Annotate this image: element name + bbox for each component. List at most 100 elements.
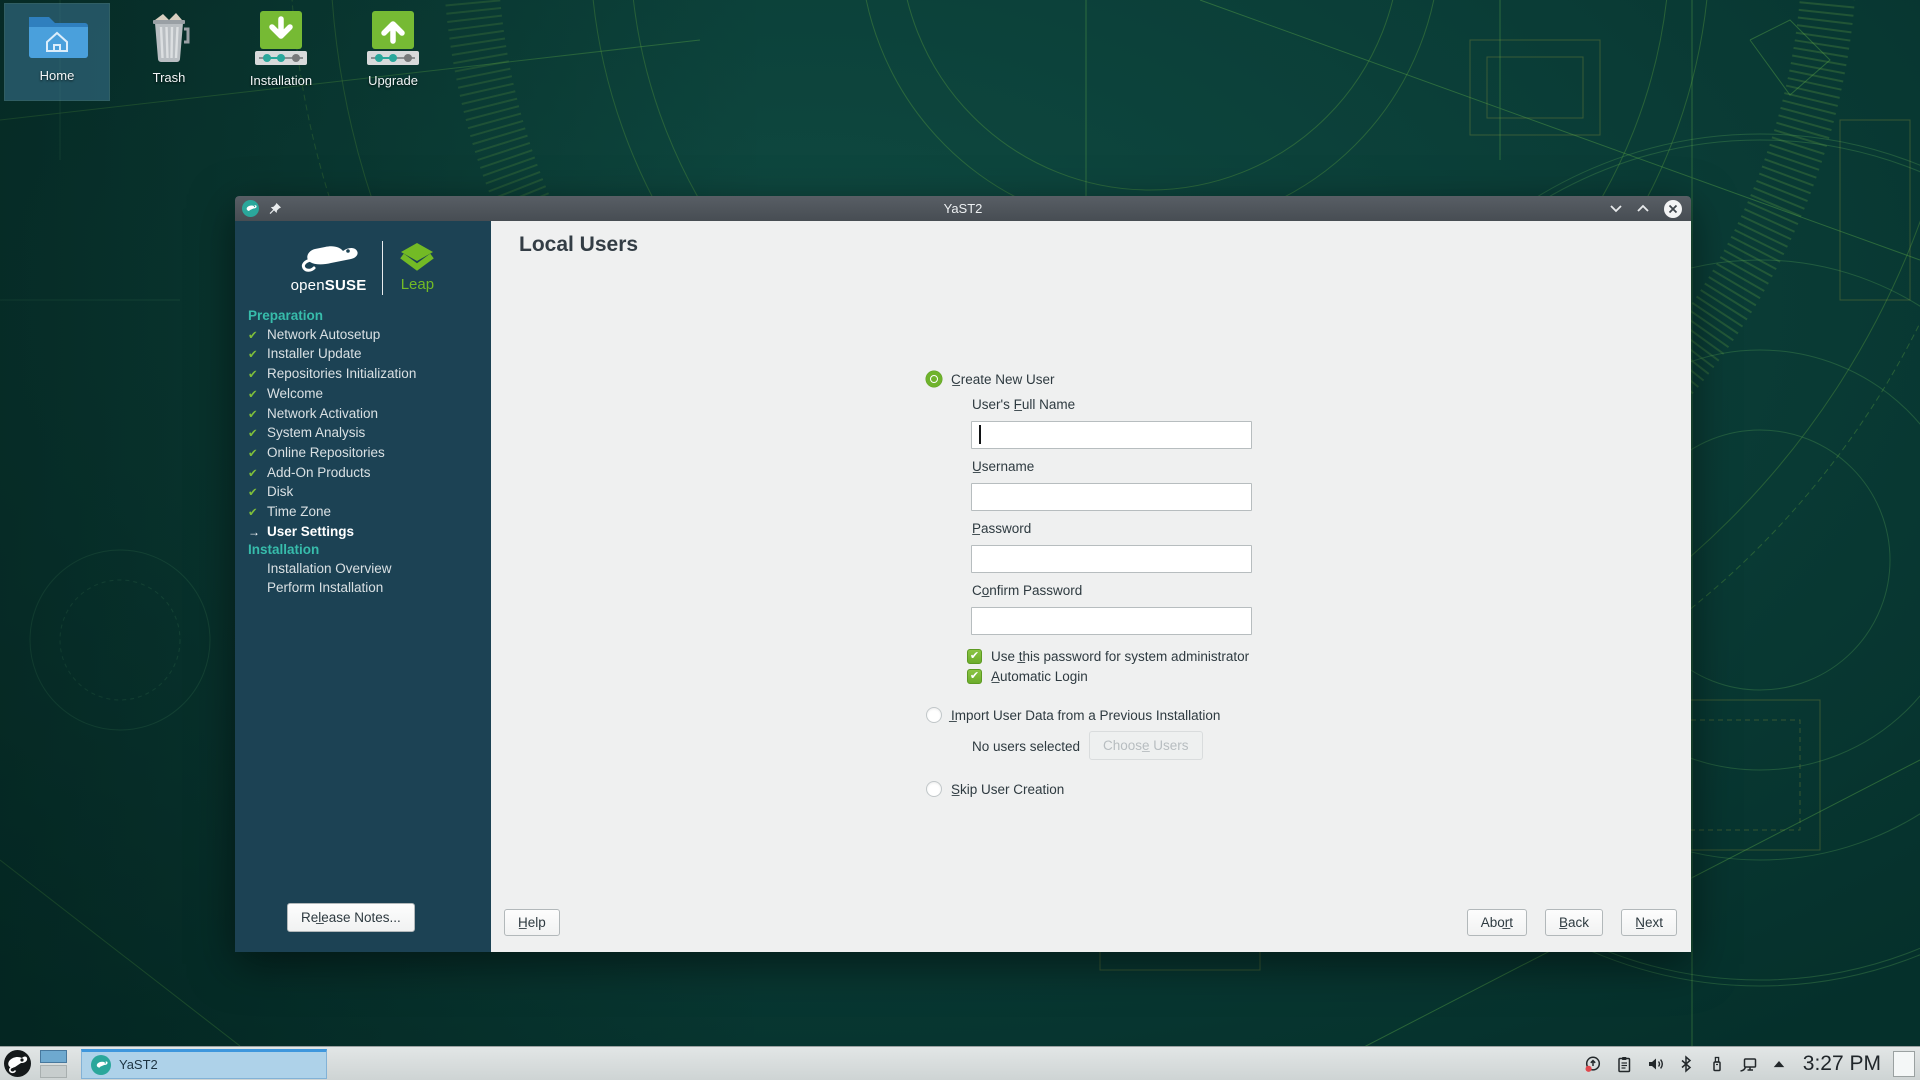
application-launcher-icon[interactable] (3, 1049, 32, 1078)
clipboard-icon[interactable] (1615, 1055, 1633, 1073)
step-network-activation: Network Activation (248, 405, 489, 425)
help-button[interactable]: H̲elp (504, 909, 560, 936)
home-folder-icon (26, 11, 88, 61)
minimize-button[interactable] (1610, 203, 1622, 214)
text-cursor (979, 425, 981, 444)
desktop-icon-installation[interactable]: Installation (229, 4, 333, 100)
taskbar-entry-yast2[interactable]: YaST2 (81, 1049, 327, 1079)
check-icon (248, 345, 263, 365)
desktop-icon-upgrade[interactable]: Upgrade (341, 4, 445, 100)
step-system-analysis: System Analysis (248, 424, 489, 444)
page-title: Local Users (519, 233, 638, 257)
desktop-icon-trash[interactable]: Trash (117, 4, 221, 100)
release-notes-button[interactable]: Rel̲ease Notes... (287, 903, 415, 932)
back-button[interactable]: B̲ack (1545, 909, 1603, 936)
username-input[interactable] (971, 483, 1252, 511)
desktop-icon-label: Upgrade (368, 73, 418, 88)
expand-tray-icon[interactable] (1771, 1057, 1787, 1071)
show-desktop-button[interactable] (1893, 1051, 1915, 1077)
step-installation-overview: Installation Overview (248, 560, 489, 579)
check-icon (248, 483, 263, 503)
step-disk: Disk (248, 483, 489, 503)
yast-app-icon (242, 200, 259, 217)
installer-sidebar: openSUSE Leap Preparation Network Autose… (235, 221, 491, 952)
current-step-arrow-icon (248, 523, 263, 542)
check-icon (248, 444, 263, 464)
yast-app-icon (91, 1055, 111, 1075)
pin-icon[interactable] (268, 202, 282, 216)
check-icon (248, 405, 263, 425)
desktop-icon-row: Home Trash (5, 4, 445, 100)
check-icon (248, 326, 263, 346)
network-icon[interactable] (1739, 1055, 1758, 1073)
abort-button[interactable]: Abor̲t (1467, 909, 1527, 936)
step-addon-products: Add-On Products (248, 464, 489, 484)
desktop-icon-label: Home (40, 68, 75, 83)
confirm-password-input[interactable] (971, 607, 1252, 635)
software-updates-icon[interactable] (1584, 1055, 1602, 1073)
leap-label: Leap (401, 276, 434, 293)
desktop: Home Trash (0, 0, 1920, 1080)
opensuse-wordmark: openSUSE (291, 277, 367, 294)
checkbox-checked-icon (967, 649, 982, 664)
upgrade-icon (365, 11, 421, 66)
step-online-repositories: Online Repositories (248, 444, 489, 464)
opensuse-chameleon-icon (295, 242, 361, 274)
clock[interactable]: 3:27 PM (1803, 1052, 1881, 1076)
check-icon (248, 503, 263, 523)
no-users-selected-text: No users selected (972, 739, 1080, 754)
check-icon (248, 464, 263, 484)
step-time-zone: Time Zone (248, 503, 489, 523)
radio-selected-icon (926, 371, 942, 387)
system-tray (1584, 1055, 1787, 1073)
maximize-button[interactable] (1637, 203, 1649, 214)
bluetooth-icon[interactable] (1677, 1055, 1695, 1073)
step-user-settings-current: User Settings (248, 523, 489, 542)
desktop-icon-label: Trash (153, 70, 186, 85)
local-users-dialog: Local Users C̲reate New User User's F̲ul… (491, 221, 1691, 952)
check-icon (248, 365, 263, 385)
checkbox-checked-icon (967, 669, 982, 684)
radio-unselected-icon (926, 707, 942, 723)
steps-section-preparation: Preparation (248, 307, 489, 326)
window-title: YaST2 (235, 196, 1691, 221)
password-input[interactable] (971, 545, 1252, 573)
desktop-2[interactable] (40, 1065, 67, 1078)
full-name-input[interactable] (971, 421, 1252, 449)
volume-icon[interactable] (1646, 1055, 1664, 1073)
titlebar[interactable]: YaST2 (235, 196, 1691, 221)
username-label: U̲sername (972, 459, 1034, 474)
step-network-autosetup: Network Autosetup (248, 326, 489, 346)
step-installer-update: Installer Update (248, 345, 489, 365)
close-button[interactable] (1664, 200, 1682, 218)
step-perform-installation: Perform Installation (248, 579, 489, 598)
desktop-icon-label: Installation (250, 73, 312, 88)
radio-unselected-icon (926, 781, 942, 797)
installation-icon (253, 11, 309, 66)
taskbar-entry-label: YaST2 (119, 1057, 158, 1072)
logo-divider (382, 241, 383, 295)
automatic-login-checkbox[interactable]: A̲utomatic Login (967, 669, 1088, 684)
installer-steps: Preparation Network Autosetup Installer … (248, 307, 489, 598)
sysadmin-password-checkbox[interactable]: Use t̲his password for system administra… (967, 649, 1249, 664)
next-button[interactable]: N̲ext (1621, 909, 1677, 936)
create-new-user-radio[interactable]: C̲reate New User (926, 371, 1055, 387)
taskbar: YaST2 (0, 1046, 1920, 1080)
trash-icon (142, 11, 196, 63)
skip-user-creation-radio[interactable]: S̲kip User Creation (926, 781, 1064, 797)
opensuse-leap-logo: openSUSE Leap (235, 233, 491, 303)
yast2-window: YaST2 (235, 196, 1691, 952)
virtual-desktop-pager[interactable] (40, 1050, 67, 1078)
confirm-password-label: Co̲nfirm Password (972, 583, 1082, 598)
import-user-data-radio[interactable]: I̲mport User Data from a Previous Instal… (926, 707, 1220, 723)
check-icon (248, 385, 263, 405)
full-name-label: User's F̲ull Name (972, 397, 1075, 412)
steps-section-installation: Installation (248, 541, 489, 560)
choose-users-button[interactable]: Choose̲ Users (1089, 731, 1203, 760)
removable-device-icon[interactable] (1708, 1055, 1726, 1073)
desktop-1-active[interactable] (40, 1050, 67, 1063)
leap-diamond-icon (399, 243, 435, 273)
check-icon (248, 424, 263, 444)
desktop-icon-home[interactable]: Home (5, 4, 109, 100)
step-repositories-initialization: Repositories Initialization (248, 365, 489, 385)
